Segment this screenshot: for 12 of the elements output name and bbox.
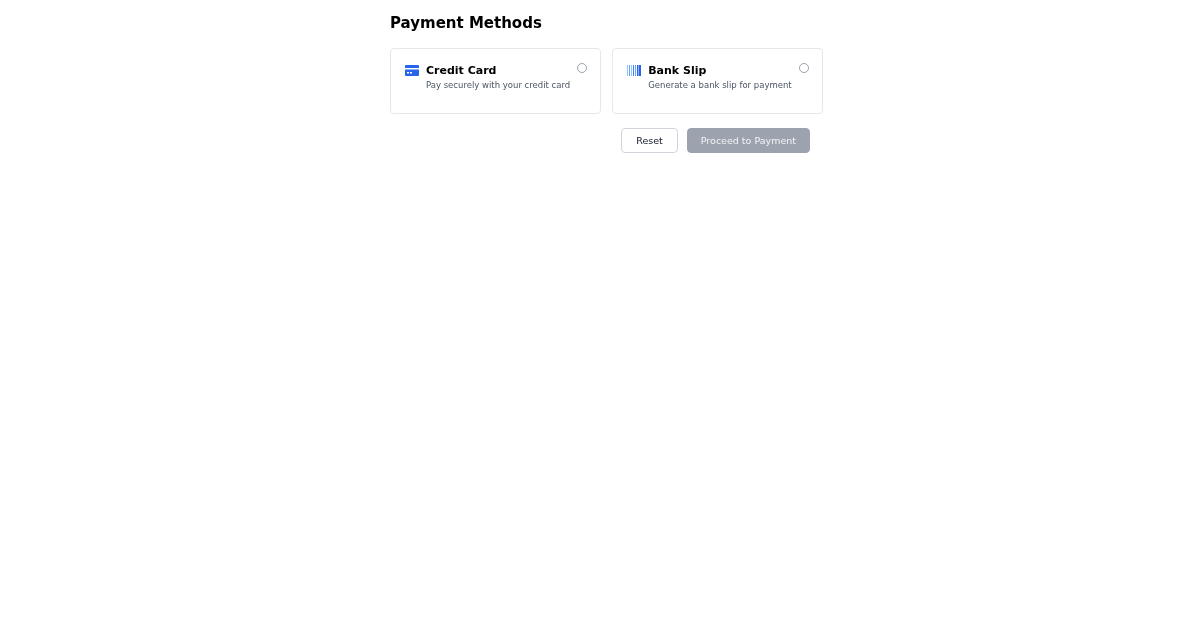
credit-card-icon <box>405 65 419 76</box>
barcode-icon <box>627 65 642 76</box>
option-description: Pay securely with your credit card <box>426 79 571 92</box>
page-title: Payment Methods <box>390 13 543 33</box>
payment-option-card[interactable]: Credit Card Pay securely with your credit card <box>390 48 602 114</box>
payment-option-card[interactable]: Bank Slip Generate a bank slip for payment <box>612 48 823 114</box>
option-description: Generate a bank slip for payment <box>648 79 792 92</box>
option-title: Bank Slip <box>648 64 708 78</box>
radio-button[interactable] <box>577 63 588 73</box>
radio-button[interactable] <box>798 63 809 73</box>
option-title: Credit Card <box>426 64 498 78</box>
reset-button[interactable]: Reset <box>621 128 678 153</box>
